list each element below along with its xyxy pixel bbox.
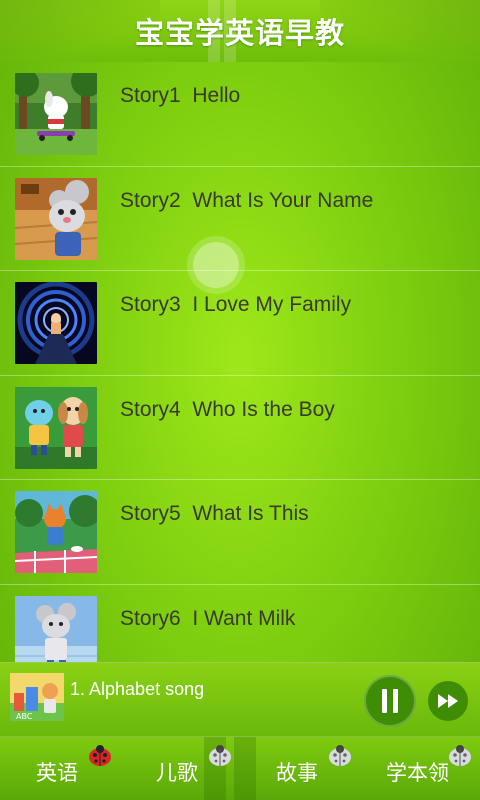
tunnel-icon bbox=[15, 282, 97, 364]
app-header: 宝宝学英语早教 bbox=[0, 0, 480, 62]
nav-label: 故事 bbox=[276, 761, 318, 785]
bottom-nav: 英语 儿歌 故事 学本领 bbox=[0, 736, 480, 800]
pause-button[interactable] bbox=[364, 675, 416, 727]
story-title: Story4 Who Is the Boy bbox=[120, 397, 335, 421]
nav-label: 学本领 bbox=[386, 761, 449, 785]
dog-skateboard-icon bbox=[15, 73, 97, 155]
story-row-3[interactable]: Story3 I Love My Family bbox=[0, 271, 480, 376]
fast-forward-icon bbox=[438, 694, 458, 708]
nav-tab-songs[interactable]: 儿歌 bbox=[120, 737, 240, 800]
page-title: 宝宝学英语早教 bbox=[134, 16, 345, 50]
fast-forward-button[interactable] bbox=[428, 681, 468, 721]
nav-tab-stories[interactable]: 故事 bbox=[240, 737, 360, 800]
now-playing-title: 1. Alphabet song bbox=[70, 679, 205, 699]
cat-dog-icon bbox=[15, 386, 97, 469]
fox-picnic-icon bbox=[15, 491, 97, 573]
mouse-icon bbox=[15, 177, 97, 260]
story-row-2[interactable]: Story2 What Is Your Name bbox=[0, 167, 480, 271]
story-title: Story6 I Want Milk bbox=[120, 606, 296, 630]
beetle-icon bbox=[209, 745, 231, 766]
story-title: Story3 I Love My Family bbox=[120, 293, 352, 316]
ladybug-icon bbox=[89, 745, 111, 766]
story-list[interactable]: Story1 Hello Story2 What Is Your Name St… bbox=[0, 62, 480, 662]
beetle-icon bbox=[449, 745, 471, 766]
pause-icon bbox=[382, 689, 387, 713]
story-title: Story1 Hello bbox=[120, 84, 241, 107]
now-playing-bar[interactable]: ABC 1. Alphabet song bbox=[0, 662, 480, 736]
story-row-4[interactable]: Story4 Who Is the Boy bbox=[0, 376, 480, 480]
story-row-5[interactable]: Story5 What Is This bbox=[0, 480, 480, 585]
mouse-milk-icon bbox=[15, 595, 97, 662]
alphabet-song-thumbnail: ABC bbox=[10, 673, 64, 721]
beetle-icon bbox=[329, 745, 351, 766]
svg-text:ABC: ABC bbox=[16, 712, 33, 721]
nav-tab-english[interactable]: 英语 bbox=[0, 737, 120, 800]
story-row-6[interactable]: Story6 I Want Milk bbox=[0, 585, 480, 662]
nav-label: 英语 bbox=[36, 761, 78, 785]
story-title: Story5 What Is This bbox=[120, 502, 309, 525]
touch-ripple bbox=[193, 242, 239, 288]
nav-label: 儿歌 bbox=[156, 761, 198, 785]
nav-tab-skills[interactable]: 学本领 bbox=[360, 737, 480, 800]
story-row-1[interactable]: Story1 Hello bbox=[0, 62, 480, 167]
story-title: Story2 What Is Your Name bbox=[120, 188, 374, 212]
pause-icon bbox=[393, 689, 398, 713]
